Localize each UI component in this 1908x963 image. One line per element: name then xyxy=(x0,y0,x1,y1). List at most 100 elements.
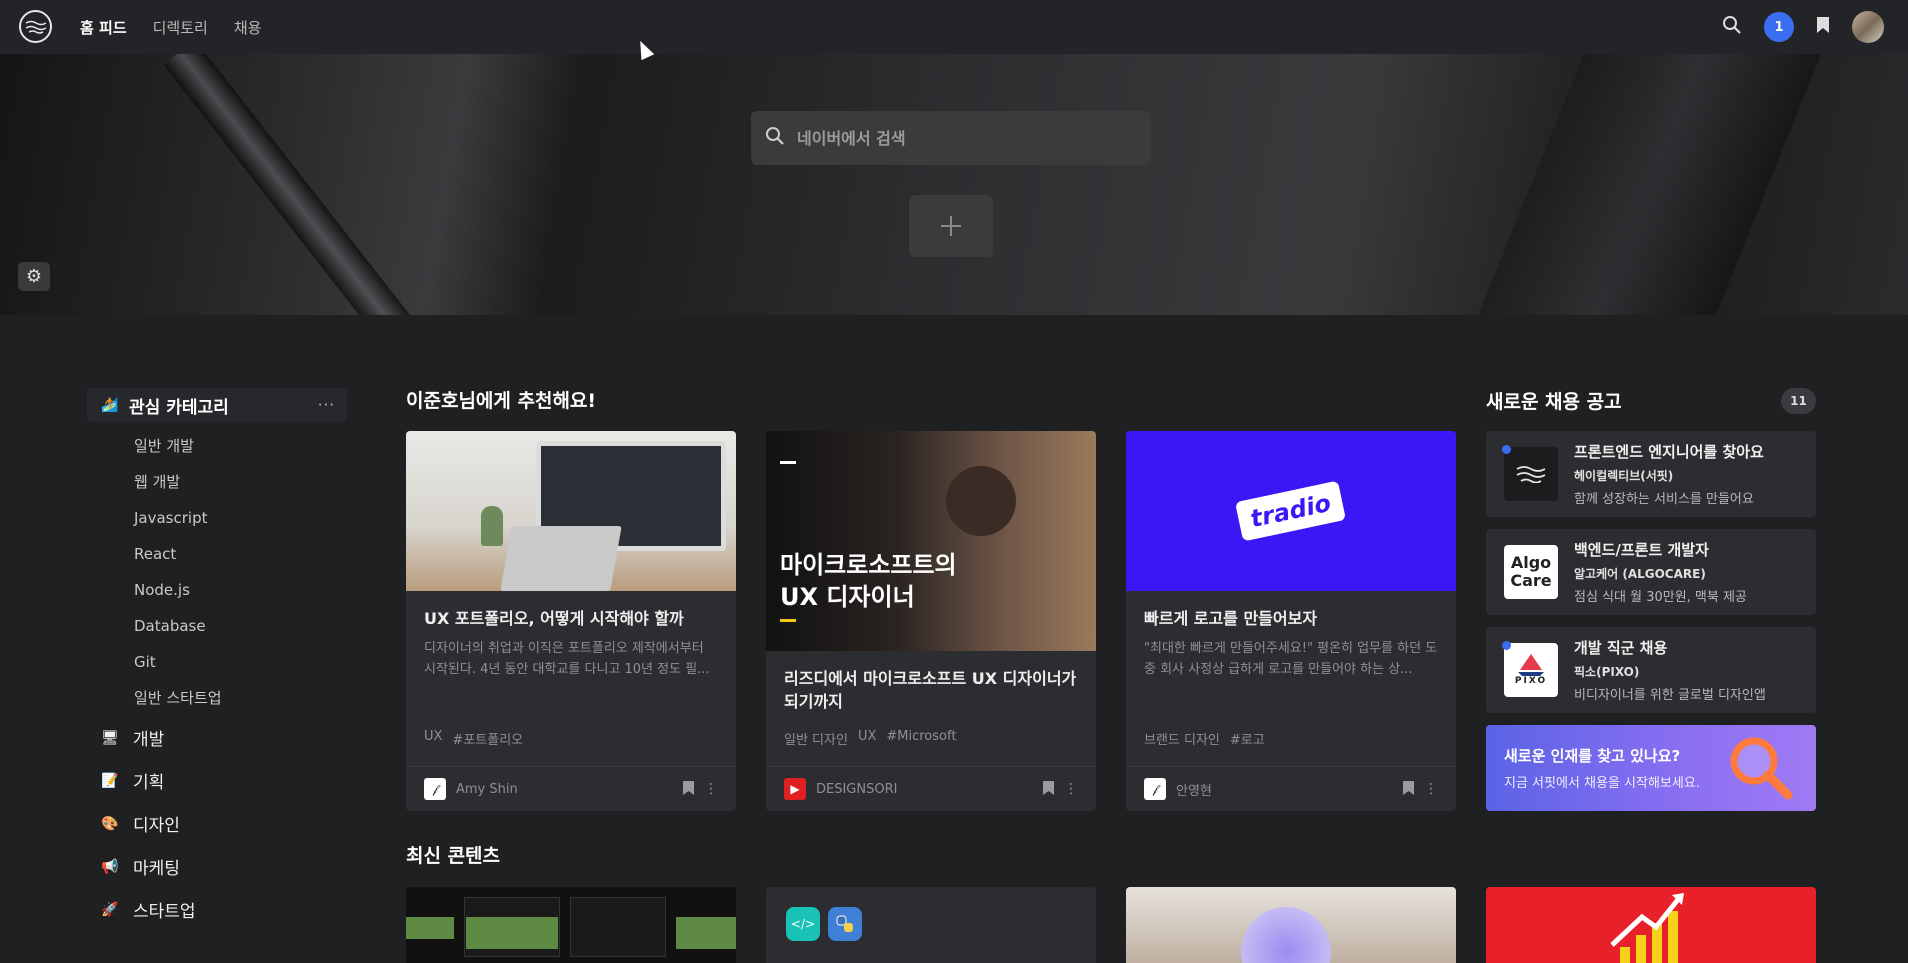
youtube-icon: ▶ xyxy=(784,778,806,800)
job-description: 점심 식대 월 30만원, 맥북 제공 xyxy=(1574,590,1747,605)
growth-chart-icon xyxy=(1610,893,1684,963)
card-source[interactable]: DESIGNSORI xyxy=(816,782,897,797)
content-card[interactable]: UX 포트폴리오, 어떻게 시작해야 할까 디자이너의 취업과 이직은 포트폴리… xyxy=(406,431,736,811)
interest-category-title: 관심 카테고리 xyxy=(129,397,229,418)
recruit-banner[interactable]: 새로운 인재를 찾고 있나요? 지금 서핏에서 채용을 시작해보세요. xyxy=(1486,725,1816,811)
gear-icon: ⚙ xyxy=(25,266,43,287)
card-source[interactable]: 안영현 xyxy=(1176,780,1212,799)
more-options-icon[interactable]: ··· xyxy=(318,396,335,414)
latest-card[interactable]: </> xyxy=(766,887,1096,963)
source-logo-icon: 𝒻 xyxy=(1144,778,1166,800)
category-marketing[interactable]: 📢 마케팅 xyxy=(87,845,347,888)
hero-decoration xyxy=(163,54,417,315)
kebab-menu-icon[interactable]: ⋮ xyxy=(704,781,718,797)
card-thumbnail xyxy=(406,431,736,591)
company-logo xyxy=(1504,447,1558,501)
category-sidebar: 🏄 관심 카테고리 ··· 일반 개발 웹 개발 Javascript Reac… xyxy=(87,388,347,931)
job-company: 픽소(PIXO) xyxy=(1574,665,1640,679)
code-icon: </> xyxy=(786,907,820,941)
subcategory-item[interactable]: Database xyxy=(134,608,347,644)
magnifier-icon xyxy=(1730,737,1793,800)
card-thumbnail: 마이크로소프트의 UX 디자이너 xyxy=(766,431,1096,651)
job-title: 개발 직군 채용 xyxy=(1574,639,1668,657)
tag[interactable]: 브랜드 디자인 xyxy=(1144,729,1220,748)
category-label: 스타트업 xyxy=(133,902,196,922)
top-navigation-bar: 홈 피드 디렉토리 채용 1 xyxy=(0,0,1908,54)
job-company: 헤이컬렉티브(서핏) xyxy=(1574,469,1674,483)
category-label: 디자인 xyxy=(133,816,180,836)
memo-icon: 📝 xyxy=(101,772,119,789)
latest-card[interactable] xyxy=(1486,887,1816,963)
card-title[interactable]: UX 포트폴리오, 어떻게 시작해야 할까 xyxy=(424,607,718,630)
card-tags: 브랜드 디자인 #로고 xyxy=(1144,729,1265,748)
python-icon xyxy=(828,907,862,941)
tag[interactable]: #포트폴리오 xyxy=(452,729,523,748)
subcategory-item[interactable]: Git xyxy=(134,644,347,680)
job-posting[interactable]: Algo Care 백엔드/프론트 개발자 알고케어 (ALGOCARE) 점심… xyxy=(1486,529,1816,615)
latest-section-title: 최신 콘텐츠 xyxy=(406,845,501,867)
subcategory-item[interactable]: 웹 개발 xyxy=(134,464,347,500)
jobs-count-badge: 11 xyxy=(1781,388,1816,414)
notification-badge[interactable]: 1 xyxy=(1764,12,1794,42)
search-icon[interactable] xyxy=(1722,15,1742,39)
latest-card[interactable] xyxy=(1126,887,1456,963)
hero-decoration xyxy=(1469,54,1831,315)
kebab-menu-icon[interactable]: ⋮ xyxy=(1064,781,1078,797)
hero-banner xyxy=(0,54,1908,315)
main-nav: 홈 피드 디렉토리 채용 xyxy=(80,0,261,54)
card-source[interactable]: Amy Shin xyxy=(456,782,518,797)
category-design[interactable]: 🎨 디자인 xyxy=(87,802,347,845)
content-card[interactable]: tradio 빠르게 로고를 만들어보자 "최대한 빠르게 만들어주세요!" 평… xyxy=(1126,431,1456,811)
job-title: 백엔드/프론트 개발자 xyxy=(1574,541,1709,559)
bookmark-icon[interactable] xyxy=(1403,780,1414,799)
card-title[interactable]: 리즈디에서 마이크로소프트 UX 디자이너가 되기까지 xyxy=(784,667,1078,713)
thumbnail-text: 마이크로소프트의 UX 디자이너 xyxy=(780,551,957,611)
latest-card[interactable] xyxy=(406,887,736,963)
search-input[interactable] xyxy=(797,128,1117,148)
subcategory-item[interactable]: Node.js xyxy=(134,572,347,608)
nav-directory[interactable]: 디렉토리 xyxy=(153,17,208,38)
add-shortcut-button[interactable] xyxy=(909,195,993,257)
tag[interactable]: 일반 디자인 xyxy=(784,729,848,748)
category-label: 기획 xyxy=(133,773,165,793)
new-indicator xyxy=(1502,445,1511,454)
card-title[interactable]: 빠르게 로고를 만들어보자 xyxy=(1144,607,1438,630)
subcategory-item[interactable]: React xyxy=(134,536,347,572)
bookmark-icon[interactable] xyxy=(1816,16,1830,38)
thumbnail-text: tradio xyxy=(1235,480,1347,542)
bookmark-icon[interactable] xyxy=(683,780,694,799)
subcategory-item[interactable]: Javascript xyxy=(134,500,347,536)
card-body: UX 포트폴리오, 어떻게 시작해야 할까 디자이너의 취업과 이직은 포트폴리… xyxy=(406,591,736,680)
subcategory-item[interactable]: 일반 스타트업 xyxy=(134,680,347,716)
tag[interactable]: #로고 xyxy=(1230,729,1265,748)
bookmark-icon[interactable] xyxy=(1043,780,1054,799)
top-actions: 1 xyxy=(1722,0,1884,54)
app-logo[interactable] xyxy=(19,10,52,43)
job-info: 개발 직군 채용 픽소(PIXO) 비디자이너를 위한 글로벌 디자인앱 xyxy=(1574,637,1766,703)
nav-jobs[interactable]: 채용 xyxy=(234,17,262,38)
card-tags: UX #포트폴리오 xyxy=(424,729,523,748)
nav-home-feed[interactable]: 홈 피드 xyxy=(80,17,127,38)
tag[interactable]: UX xyxy=(858,729,876,748)
tag[interactable]: #Microsoft xyxy=(886,729,956,748)
settings-button[interactable]: ⚙ xyxy=(18,262,50,291)
job-posting[interactable]: PIXO 개발 직군 채용 픽소(PIXO) 비디자이너를 위한 글로벌 디자인… xyxy=(1486,627,1816,713)
user-avatar[interactable] xyxy=(1852,11,1884,43)
tag[interactable]: UX xyxy=(424,729,442,748)
recommend-section-title: 이준호님에게 추천해요! xyxy=(406,390,597,412)
job-description: 비디자이너를 위한 글로벌 디자인앱 xyxy=(1574,688,1766,703)
card-footer: 𝒻 Amy Shin ⋮ xyxy=(406,766,736,811)
interest-category-header[interactable]: 🏄 관심 카테고리 ··· xyxy=(87,388,347,422)
job-posting[interactable]: 프론트엔드 엔지니어를 찾아요 헤이컬렉티브(서핏) 함께 성장하는 서비스를 … xyxy=(1486,431,1816,517)
content-card[interactable]: 마이크로소프트의 UX 디자이너 리즈디에서 마이크로소프트 UX 디자이너가 … xyxy=(766,431,1096,811)
job-description: 함께 성장하는 서비스를 만들어요 xyxy=(1574,492,1754,507)
kebab-menu-icon[interactable]: ⋮ xyxy=(1424,781,1438,797)
category-startup[interactable]: 🚀 스타트업 xyxy=(87,888,347,931)
job-info: 백엔드/프론트 개발자 알고케어 (ALGOCARE) 점심 식대 월 30만원… xyxy=(1574,539,1747,605)
subcategory-item[interactable]: 일반 개발 xyxy=(134,428,347,464)
category-planning[interactable]: 📝 기획 xyxy=(87,759,347,802)
search-icon xyxy=(765,126,785,150)
search-bar[interactable] xyxy=(751,111,1151,165)
category-label: 개발 xyxy=(133,730,165,750)
category-dev[interactable]: 🖥 개발 xyxy=(87,716,347,759)
